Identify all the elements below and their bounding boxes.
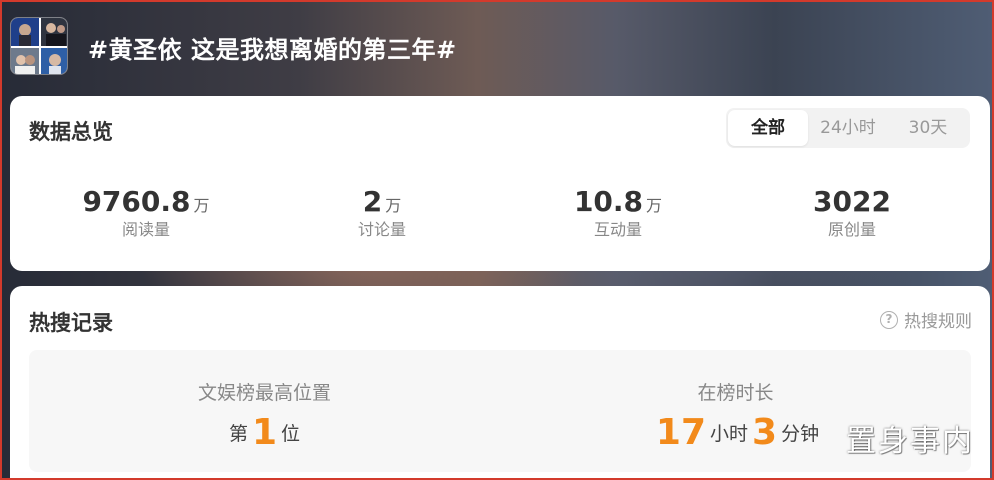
stat-discussion-count: 2万 讨论量 bbox=[262, 184, 502, 240]
stat-unit: 万 bbox=[385, 196, 402, 215]
hot-search-record-box: 文娱榜最高位置 第1位 在榜时长 17 小时 3 分钟 bbox=[29, 350, 971, 472]
time-range-tabs: 全部 24小时 30天 bbox=[726, 108, 970, 148]
stat-label: 阅读量 bbox=[121, 220, 170, 239]
highest-rank-label: 文娱榜最高位置 bbox=[197, 382, 331, 404]
rank-prefix: 第 bbox=[228, 423, 248, 445]
hot-search-title: 热搜记录 bbox=[29, 311, 113, 335]
stat-value: 2 bbox=[362, 185, 383, 218]
overview-title: 数据总览 bbox=[29, 120, 113, 144]
duration-minutes: 3 bbox=[752, 412, 778, 453]
stat-value-line: 9760.8 万 bbox=[26, 184, 266, 220]
topic-avatar[interactable] bbox=[10, 17, 68, 75]
tab-24h[interactable]: 24小时 bbox=[808, 110, 888, 146]
stat-value-line: 10.8 万 bbox=[498, 184, 738, 220]
topic-header: #黄圣依 这是我想离婚的第三年# bbox=[2, 2, 992, 94]
stat-read-count: 9760.8 万 阅读量 bbox=[26, 184, 266, 240]
stats-row: 9760.8 万 阅读量 2万 讨论量 10.8 万 互动量 3022 原创量 bbox=[10, 184, 990, 254]
stat-unit: 万 bbox=[646, 196, 663, 215]
duration-hours-unit: 小时 bbox=[710, 423, 749, 445]
help-circle-icon: ? bbox=[880, 310, 898, 329]
stat-interaction-count: 10.8 万 互动量 bbox=[498, 184, 738, 240]
tab-all[interactable]: 全部 bbox=[728, 110, 808, 146]
overview-card: 数据总览 全部 24小时 30天 9760.8 万 阅读量 2万 讨论量 10.8… bbox=[10, 96, 990, 271]
stat-value: 3022 bbox=[813, 185, 891, 218]
hot-search-card: 热搜记录 ? 热搜规则 文娱榜最高位置 第1位 在榜时长 17 小时 3 分钟 bbox=[10, 286, 990, 478]
highest-rank-block: 文娱榜最高位置 第1位 bbox=[29, 350, 500, 472]
rank-number: 1 bbox=[251, 412, 278, 453]
watermark-text: 置身事内 bbox=[846, 424, 974, 459]
stat-value: 10.8 bbox=[573, 185, 644, 218]
stat-original-count: 3022 原创量 bbox=[732, 184, 972, 240]
duration-hours: 17 bbox=[655, 412, 706, 453]
page-frame: #黄圣依 这是我想离婚的第三年# 数据总览 全部 24小时 30天 9760.8… bbox=[0, 0, 994, 480]
hot-search-rules-link[interactable]: ? 热搜规则 bbox=[880, 307, 972, 332]
stat-label: 原创量 bbox=[827, 220, 876, 239]
rules-label: 热搜规则 bbox=[904, 312, 972, 332]
duration-label: 在榜时长 bbox=[697, 382, 774, 404]
duration-minutes-unit: 分钟 bbox=[781, 423, 820, 445]
stat-value-line: 3022 bbox=[732, 184, 972, 220]
highest-rank-value: 第1位 bbox=[29, 412, 500, 453]
tab-30d[interactable]: 30天 bbox=[888, 110, 968, 146]
stat-label: 互动量 bbox=[593, 220, 642, 239]
avatar-collage-image bbox=[11, 18, 67, 74]
stat-label: 讨论量 bbox=[357, 220, 406, 239]
stat-value-line: 2万 bbox=[262, 184, 502, 220]
stat-unit: 万 bbox=[193, 196, 210, 215]
topic-title: #黄圣依 这是我想离婚的第三年# bbox=[88, 36, 457, 64]
stat-value: 9760.8 bbox=[82, 185, 191, 218]
rank-suffix: 位 bbox=[281, 423, 301, 445]
